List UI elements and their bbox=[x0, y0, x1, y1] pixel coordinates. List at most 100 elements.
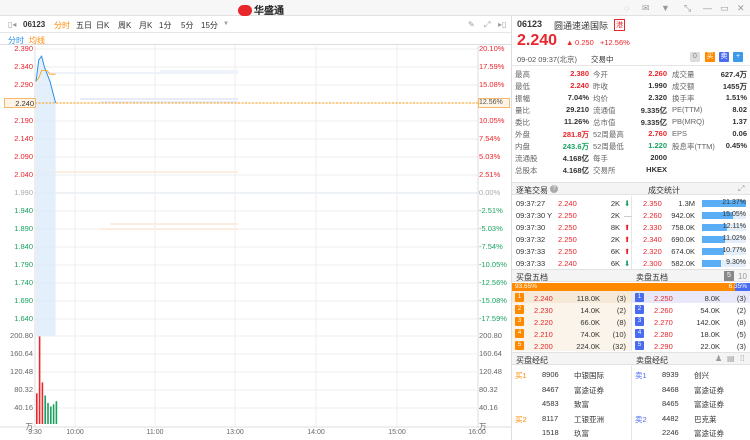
tab-6[interactable]: 5分 bbox=[181, 20, 193, 31]
stat-row: 最高 2.380 今开 2.260 成交量 627.4万 bbox=[512, 67, 750, 79]
stat-row: 最低 2.240 昨收 1.990 成交额 1455万 bbox=[512, 79, 750, 91]
broker-id[interactable]: 8465 bbox=[662, 399, 679, 408]
pencil-icon[interactable]: ✎ bbox=[468, 20, 475, 29]
buy-button[interactable]: 买 bbox=[705, 52, 715, 62]
last-price: 2.240 bbox=[517, 32, 558, 49]
fullscreen-icon[interactable]: ⤢ bbox=[484, 20, 490, 30]
price-change: 0.250 bbox=[575, 38, 594, 47]
time-axis-label: 10:00 bbox=[66, 429, 84, 436]
shrink-icon[interactable]: ⤡ bbox=[684, 3, 691, 14]
price-axis-label: 1.990 bbox=[14, 188, 33, 197]
stat-label: EPS bbox=[672, 129, 688, 138]
price-axis-label: 2.290 bbox=[14, 80, 33, 89]
level-badge: 4 bbox=[635, 329, 644, 338]
headset-icon[interactable]: ◌ bbox=[624, 3, 629, 13]
broker-id[interactable]: 8939 bbox=[662, 370, 679, 379]
time-axis-label: 14:00 bbox=[307, 429, 325, 436]
help-icon[interactable]: ? bbox=[550, 185, 558, 193]
chart-subtabs: 分时 均线 bbox=[0, 33, 511, 45]
tab-7[interactable]: 15分 bbox=[201, 20, 218, 31]
maximize-icon[interactable]: ▭ bbox=[720, 3, 729, 14]
shirt-icon[interactable]: ▼ bbox=[661, 3, 670, 13]
toolbar-stock-code: 06123 bbox=[23, 20, 46, 29]
price-axis-label: 2.190 bbox=[14, 116, 33, 125]
tab-1[interactable]: 五日 bbox=[76, 20, 92, 31]
sell-button[interactable]: 卖 bbox=[719, 52, 729, 62]
broker-name[interactable]: 创兴 bbox=[694, 370, 709, 381]
volume-axis-label-right: 80.32 bbox=[479, 385, 498, 394]
market-badge: 港 bbox=[614, 19, 625, 31]
pct-axis-label: 5.03% bbox=[479, 152, 501, 161]
level-volume: 18.0K bbox=[700, 330, 720, 339]
volume-axis-label: 80.32 bbox=[14, 385, 33, 394]
tab-4[interactable]: 月K bbox=[139, 20, 152, 31]
price-axis-label: 1.790 bbox=[14, 260, 33, 269]
level-price: 2.280 bbox=[654, 330, 673, 339]
list-view-icon[interactable]: ▤ bbox=[727, 354, 735, 363]
price-axis-label: 1.740 bbox=[14, 278, 33, 287]
broker-name[interactable]: 富途证券 bbox=[694, 399, 724, 410]
volume-axis-label: 160.64 bbox=[10, 349, 33, 358]
broker-id[interactable]: 2246 bbox=[662, 428, 679, 437]
stat-value: 7.04% bbox=[567, 93, 589, 102]
tab-3[interactable]: 周K bbox=[118, 20, 131, 31]
volume-axis-label-right: 160.64 bbox=[479, 349, 502, 358]
trades-title: 逐笔交易 bbox=[516, 186, 548, 195]
quote-time: 09-02 09:37(北京) bbox=[517, 55, 578, 64]
broker-name[interactable]: 富途证券 bbox=[694, 385, 724, 396]
pct-axis-label: 15.08% bbox=[479, 80, 505, 89]
vs-pct: 15.05% bbox=[722, 211, 746, 218]
ask-level: 4 2.280 18.0K (5) bbox=[512, 328, 750, 340]
pct-axis-label: -17.59% bbox=[479, 314, 507, 323]
expand-icon[interactable]: ⤢ bbox=[738, 184, 744, 194]
grid-view-icon[interactable]: ⁞⁞ bbox=[740, 354, 744, 363]
stat-value: 1.990 bbox=[648, 81, 667, 90]
expand-right-icon[interactable]: ▸▯ bbox=[498, 20, 506, 29]
price-axis-label: 2.390 bbox=[14, 44, 33, 53]
close-icon[interactable]: ✕ bbox=[737, 3, 745, 14]
tab-5[interactable]: 1分 bbox=[159, 20, 171, 31]
bid-brokers-title: 买盘经纪 bbox=[516, 356, 548, 365]
volume-stat-row: 2.350 1.3M 21.37% bbox=[512, 197, 750, 209]
price-axis-label: 1.840 bbox=[14, 242, 33, 251]
pct-axis-label: 17.59% bbox=[479, 62, 505, 71]
tab-2[interactable]: 日K bbox=[96, 20, 109, 31]
tab-0[interactable]: 分时 bbox=[54, 20, 70, 31]
broker-id[interactable]: 4482 bbox=[662, 414, 679, 423]
person-icon[interactable]: ♟ bbox=[715, 354, 722, 363]
ask-level: 2 2.260 54.0K (2) bbox=[512, 304, 750, 316]
volume-bar bbox=[50, 406, 52, 424]
level-price: 2.250 bbox=[654, 294, 673, 303]
alert-button[interactable]: 0 bbox=[690, 52, 700, 62]
level-count: (5) bbox=[736, 330, 746, 339]
volume-bar bbox=[38, 336, 41, 424]
level-price: 2.290 bbox=[654, 342, 673, 351]
stat-value: 2.320 bbox=[648, 93, 667, 102]
vs-price: 2.260 bbox=[643, 211, 662, 220]
pct-axis-label: -10.05% bbox=[479, 260, 507, 269]
time-axis-label: 9:30 bbox=[28, 429, 42, 436]
volume-axis-label: 120.48 bbox=[10, 367, 33, 376]
arrow-up-icon: ▲ bbox=[566, 38, 574, 47]
app-logo: 华盛通 bbox=[238, 2, 284, 17]
mail-icon[interactable]: ✉ bbox=[642, 3, 650, 14]
trades-header: 逐笔交易 ? 成交统计 ⤢ bbox=[512, 182, 750, 195]
minimize-icon[interactable]: — bbox=[703, 3, 712, 13]
broker-name[interactable]: 巴克莱 bbox=[694, 414, 717, 425]
broker-row: 8468 富途证券 bbox=[512, 383, 750, 395]
intraday-chart[interactable] bbox=[0, 46, 511, 440]
depth-10-button[interactable]: 10 bbox=[738, 272, 747, 281]
add-watchlist-button[interactable]: + bbox=[733, 52, 743, 62]
level-count: (3) bbox=[736, 294, 746, 303]
stat-value: 2.240 bbox=[570, 81, 589, 90]
pct-axis-label: -2.51% bbox=[479, 206, 503, 215]
pct-axis-label: 7.54% bbox=[479, 134, 501, 143]
collapse-panel-icon[interactable]: ▯◂ bbox=[8, 20, 16, 29]
broker-name[interactable]: 富途证券 bbox=[694, 428, 724, 439]
level-badge: 5 bbox=[635, 341, 644, 350]
pct-axis-label: -7.54% bbox=[479, 242, 503, 251]
chevron-down-icon[interactable]: ▼ bbox=[223, 21, 229, 27]
price-axis-label: 2.140 bbox=[14, 134, 33, 143]
depth-5-button[interactable]: 5 bbox=[724, 271, 734, 281]
broker-id[interactable]: 8468 bbox=[662, 385, 679, 394]
